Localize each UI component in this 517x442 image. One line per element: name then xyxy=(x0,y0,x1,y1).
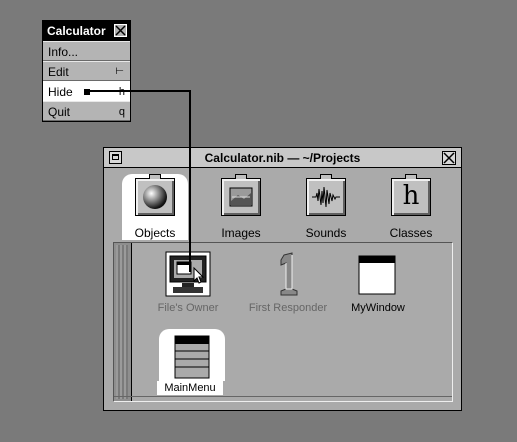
h-class-icon: h xyxy=(391,174,431,216)
window-title-bar[interactable]: Calculator.nib — ~/Projects xyxy=(104,148,461,168)
number-one-icon xyxy=(272,251,304,297)
object-files-owner[interactable]: File's Owner xyxy=(142,251,234,315)
tab-objects[interactable]: Objects xyxy=(122,174,188,240)
menu-item-edit[interactable]: Edit ⊢ xyxy=(43,61,130,81)
window-title: Calculator.nib — ~/Projects xyxy=(204,151,361,165)
scroll-knob[interactable] xyxy=(116,245,128,399)
objects-content-area[interactable]: File's Owner First Responder MyWindow Ma… xyxy=(113,242,453,402)
object-first-responder[interactable]: First Responder xyxy=(242,251,334,315)
computer-icon xyxy=(165,251,211,297)
menu-item-hide[interactable]: Hide h xyxy=(43,81,130,101)
tab-sounds[interactable]: Sounds xyxy=(293,174,359,240)
menu-item-info[interactable]: Info... xyxy=(43,41,130,61)
close-icon[interactable] xyxy=(442,151,456,165)
menu-item-quit[interactable]: Quit q xyxy=(43,101,130,121)
object-mywindow[interactable]: MyWindow xyxy=(332,251,424,315)
shortcut-key: h xyxy=(118,86,125,98)
tab-images[interactable]: Images xyxy=(208,174,274,240)
object-mainmenu[interactable]: MainMenu xyxy=(142,329,234,397)
submenu-arrow-icon: ⊢ xyxy=(115,66,124,77)
sphere-icon xyxy=(135,174,175,216)
menu-icon xyxy=(174,335,210,379)
connection-source-icon xyxy=(84,89,90,95)
image-icon xyxy=(221,174,261,216)
menu-title: Calculator xyxy=(47,24,106,38)
vertical-scrollbar[interactable] xyxy=(114,243,132,401)
waveform-icon xyxy=(306,174,346,216)
shortcut-key: q xyxy=(118,106,125,118)
menu-close-icon[interactable] xyxy=(114,24,127,37)
window-icon xyxy=(358,255,396,295)
nib-window: Calculator.nib — ~/Projects Objects Imag… xyxy=(103,147,462,411)
h-class-glyph: h xyxy=(402,181,420,211)
calculator-menu: Calculator Info... Edit ⊢ Hide h Quit q xyxy=(42,20,131,122)
tab-classes[interactable]: h Classes xyxy=(378,174,444,240)
content-divider xyxy=(114,396,452,397)
menu-title-bar[interactable]: Calculator xyxy=(43,21,130,41)
